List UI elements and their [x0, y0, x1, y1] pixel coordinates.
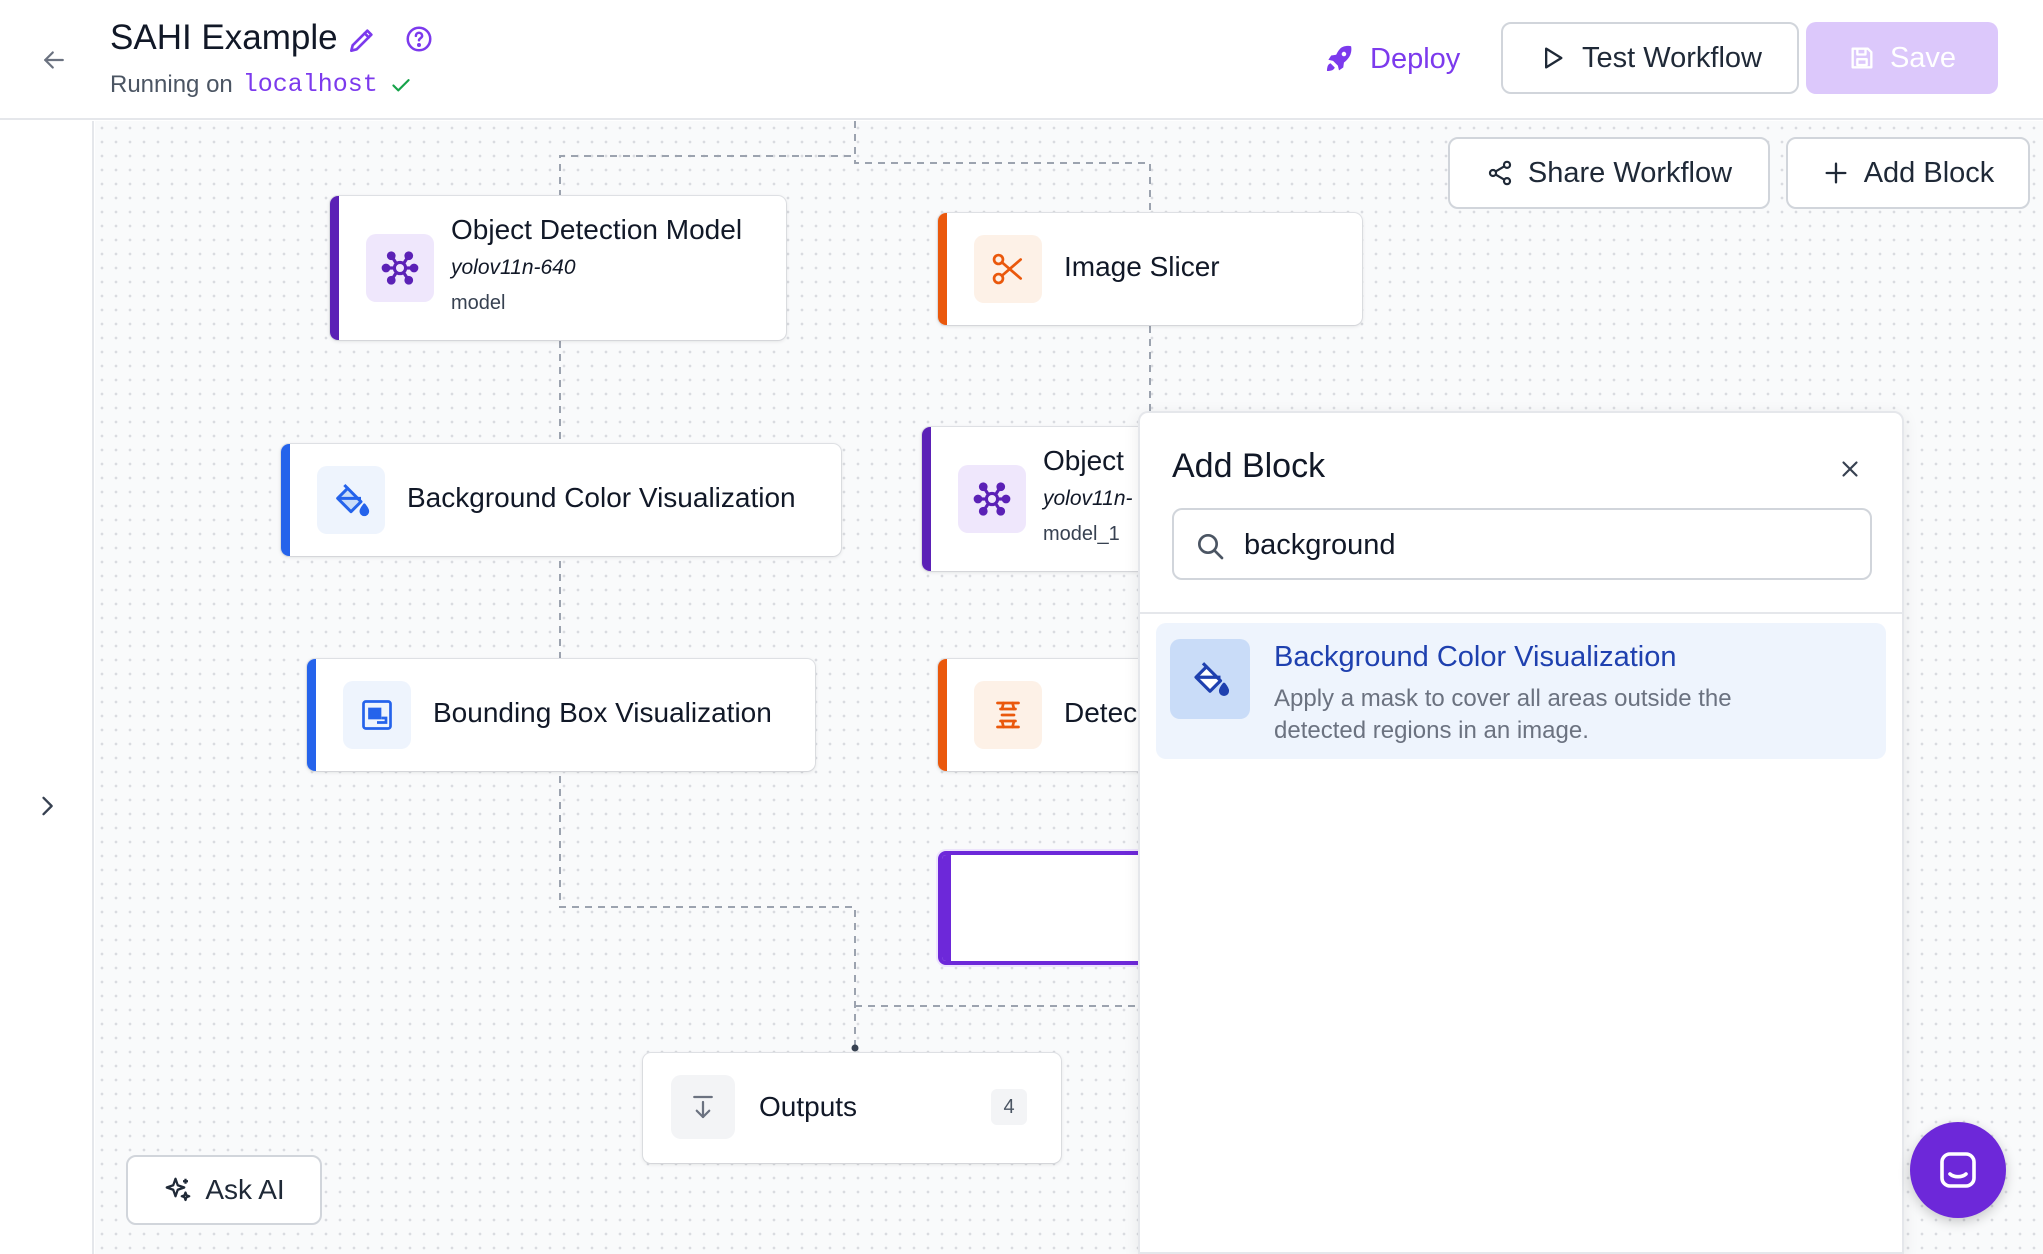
arrow-left-icon — [44, 51, 64, 69]
edge-handle — [851, 1044, 859, 1052]
outputs-count-badge: 4 — [991, 1089, 1027, 1125]
status-host: localhost — [242, 70, 378, 99]
edge — [559, 121, 856, 196]
chevron-right-icon — [42, 796, 53, 816]
node-accent-bar — [938, 659, 947, 771]
node-title: Image Slicer — [1064, 251, 1220, 282]
node-model-id: yolov11n- — [1043, 487, 1133, 510]
node-step-name: model — [451, 292, 506, 314]
arrow-down-to-line-icon — [693, 1095, 713, 1119]
add-block-label: Add Block — [1863, 156, 1995, 189]
edge — [854, 121, 1151, 214]
check-icon — [392, 78, 410, 91]
node-icon-box — [974, 235, 1042, 303]
save-button[interactable]: Save — [1806, 22, 1998, 94]
divider — [1140, 612, 1902, 614]
expand-sidebar-button[interactable] — [30, 789, 64, 823]
panel-title: Add Block — [1172, 447, 1326, 485]
block-search-box — [1172, 508, 1872, 580]
floppy-disk-icon — [1851, 47, 1873, 69]
left-sidebar — [0, 121, 94, 1254]
node-icon-box — [343, 681, 411, 749]
node-object-detection-model[interactable]: Object Detection Model yolov11n-640 mode… — [330, 196, 786, 340]
workflow-title: SAHI Example — [110, 18, 338, 57]
node-title: Object — [1043, 445, 1124, 476]
result-icon-box — [1170, 639, 1250, 719]
block-search-input[interactable] — [1244, 520, 1854, 570]
node-background-color-visualization[interactable]: Background Color Visualization — [281, 444, 841, 556]
help-circle-icon[interactable] — [404, 24, 434, 54]
pencil-icon[interactable] — [346, 24, 378, 56]
share-workflow-button[interactable]: Share Workflow — [1448, 137, 1770, 209]
node-accent-bar — [922, 427, 931, 571]
node-title: Background Color Visualization — [407, 482, 796, 513]
node-title: Bounding Box Visualization — [433, 697, 772, 728]
result-description: Apply a mask to cover all areas outside … — [1274, 685, 1732, 744]
share-icon — [1488, 160, 1512, 186]
run-status: Running on localhost — [110, 70, 414, 99]
ask-ai-button[interactable]: Ask AI — [126, 1155, 322, 1225]
search-result-item[interactable]: Background Color Visualization Apply a m… — [1156, 623, 1886, 759]
node-image-slicer[interactable]: Image Slicer — [938, 213, 1362, 325]
deploy-label: Deploy — [1370, 42, 1461, 75]
node-icon-box — [671, 1075, 735, 1139]
share-workflow-label: Share Workflow — [1527, 156, 1733, 189]
node-icon-box — [366, 234, 434, 302]
paint-bucket-icon — [336, 483, 370, 517]
rocket-icon — [1326, 45, 1352, 72]
chat-support-button[interactable] — [1910, 1122, 2006, 1218]
edge — [559, 776, 856, 1047]
node-model-id: yolov11n-640 — [451, 256, 576, 279]
network-icon — [381, 251, 419, 285]
node-title: Outputs — [759, 1091, 858, 1122]
play-icon — [1545, 47, 1563, 69]
node-icon-box — [974, 681, 1042, 749]
status-prefix: Running on — [110, 70, 233, 98]
sparkles-icon — [165, 1177, 191, 1202]
plus-icon — [1825, 162, 1847, 184]
node-title: Object Detection Model — [451, 214, 743, 245]
node-accent-bar — [281, 444, 290, 556]
node-bounding-box-visualization[interactable]: Bounding Box Visualization — [307, 659, 815, 771]
ask-ai-label: Ask AI — [205, 1174, 285, 1205]
node-icon-box — [958, 465, 1026, 533]
node-outputs[interactable]: Outputs 4 — [643, 1053, 1061, 1163]
back-button[interactable] — [36, 42, 72, 78]
network-icon — [973, 482, 1011, 516]
node-title: Detec — [1064, 697, 1138, 728]
test-workflow-button[interactable]: Test Workflow — [1501, 22, 1799, 94]
add-block-panel: Add Block Background Color Visualization… — [1138, 411, 1904, 1254]
stitch-icon — [996, 701, 1020, 729]
deploy-button[interactable]: Deploy — [1312, 28, 1470, 90]
node-step-name: model_1 — [1043, 523, 1120, 545]
close-icon — [1842, 461, 1858, 477]
top-bar: SAHI Example Running on localhost Deploy… — [0, 0, 2043, 120]
node-accent-bar — [307, 659, 316, 771]
node-accent-bar — [938, 213, 947, 325]
node-accent-bar — [942, 855, 951, 961]
close-panel-button[interactable] — [1834, 453, 1866, 485]
add-block-button[interactable]: Add Block — [1786, 137, 2030, 209]
paint-bucket-icon — [1194, 662, 1230, 696]
search-icon — [1198, 534, 1224, 560]
node-icon-box — [317, 466, 385, 534]
node-accent-bar — [330, 196, 339, 340]
save-label: Save — [1889, 41, 1957, 74]
test-workflow-label: Test Workflow — [1582, 41, 1762, 74]
scissors-icon — [992, 253, 1023, 285]
chat-bubble-icon — [1940, 1152, 1976, 1188]
result-title: Background Color Visualization — [1274, 641, 1677, 673]
bounding-box-icon — [362, 700, 392, 730]
